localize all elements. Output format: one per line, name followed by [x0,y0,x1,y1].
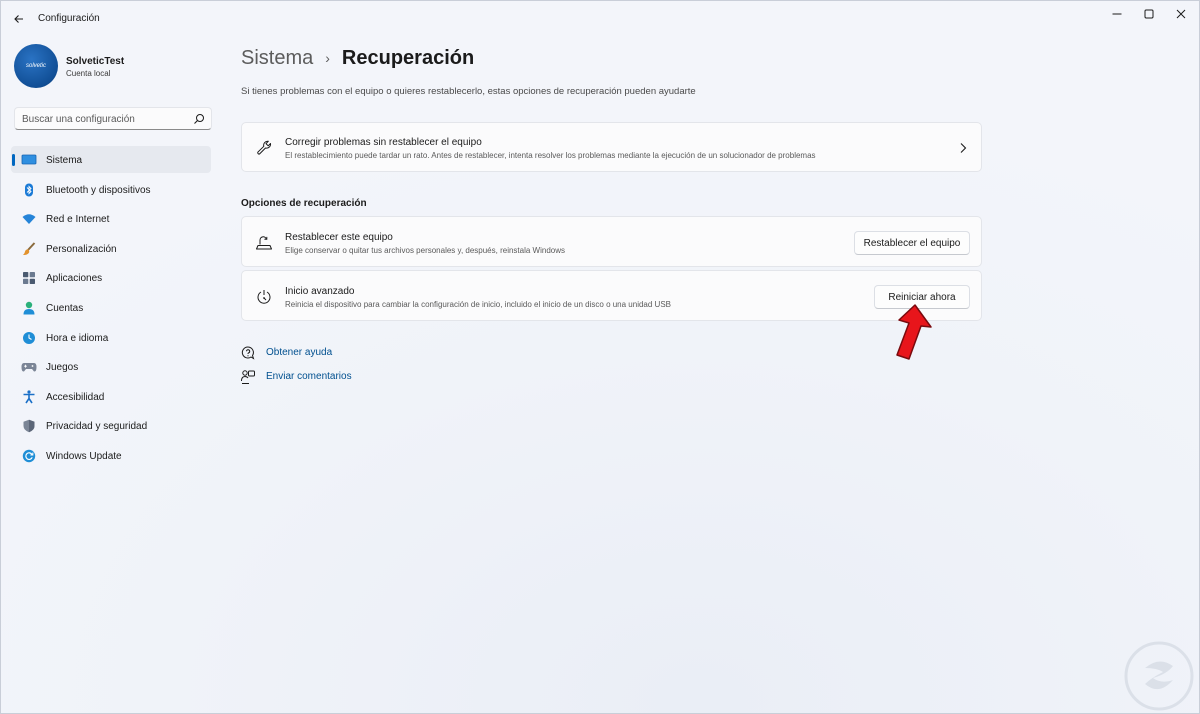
title-bar: Configuración [1,1,1199,37]
sidebar-item-juegos[interactable]: Juegos [11,353,211,380]
sidebar-item-hora[interactable]: Hora e idioma [11,324,211,351]
sidebar-item-bluetooth[interactable]: Bluetooth y dispositivos [11,176,211,203]
sidebar-item-label: Juegos [46,362,79,374]
maximize-icon [1144,9,1154,19]
system-icon [21,152,37,168]
sidebar-item-label: Privacidad y seguridad [46,421,148,433]
sidebar-item-label: Windows Update [46,450,122,462]
windows-update-icon [21,448,37,464]
help-icon [241,346,255,360]
chevron-right-icon [960,143,967,153]
breadcrumb-parent-link[interactable]: Sistema [241,47,313,70]
page-description: Si tienes problemas con el equipo o quie… [241,86,696,97]
advanced-startup-icon [255,288,273,306]
send-feedback-link-row[interactable]: Enviar comentarios [241,369,352,385]
sidebar-item-label: Hora e idioma [46,332,109,344]
avatar-logo-text: solvetic [25,63,46,69]
advanced-startup-title: Inicio avanzado [285,286,355,297]
advanced-startup-description: Reinicia el dispositivo para cambiar la … [285,300,671,309]
advanced-startup-card: Inicio avanzado Reinicia el dispositivo … [241,270,982,321]
sidebar-item-privacidad[interactable]: Privacidad y seguridad [11,412,211,439]
sidebar-item-windows-update[interactable]: Windows Update [11,442,211,469]
breadcrumb-chevron-icon: › [325,50,330,66]
back-arrow-icon [14,15,23,23]
reset-pc-button[interactable]: Restablecer el equipo [854,231,970,255]
accounts-icon [21,300,37,316]
sidebar-item-label: Red e Internet [46,214,110,226]
sidebar-item-label: Bluetooth y dispositivos [46,184,151,196]
fix-problems-description: El restablecimiento puede tardar un rato… [285,151,816,160]
sidebar-item-cuentas[interactable]: Cuentas [11,294,211,321]
reset-pc-card: Restablecer este equipo Elige conservar … [241,216,982,267]
profile-account-type: Cuenta local [66,69,111,78]
wifi-icon [21,211,37,227]
sidebar-item-label: Aplicaciones [46,273,103,285]
section-title: Opciones de recuperación [241,198,367,209]
brush-icon [21,241,37,257]
accessibility-icon [21,389,37,405]
page-title: Recuperación [341,46,475,69]
sidebar-item-aplicaciones[interactable]: Aplicaciones [11,264,211,291]
settings-window: Configuración solvetic SolveticTest Cuen… [0,0,1200,714]
search-input[interactable] [22,111,187,127]
reset-pc-icon [255,234,273,252]
wrench-icon [255,139,273,157]
sidebar-item-accesibilidad[interactable]: Accesibilidad [11,383,211,410]
get-help-link[interactable]: Obtener ayuda [266,347,332,358]
minimize-icon [1112,13,1122,15]
feedback-icon [241,370,255,384]
sidebar-item-label: Personalización [46,243,117,255]
sidebar-item-label: Accesibilidad [46,391,105,403]
watermark-logo [1124,641,1194,711]
maximize-button[interactable] [1135,5,1163,23]
sidebar-item-red[interactable]: Red e Internet [11,205,211,232]
app-title: Configuración [38,13,100,24]
sidebar-nav: Sistema Bluetooth y dispositivos Red e I… [11,146,211,472]
breadcrumb: Sistema › Recuperación [241,45,474,71]
bluetooth-icon [21,182,37,198]
get-help-link-row[interactable]: Obtener ayuda [241,345,332,361]
minimize-button[interactable] [1103,5,1131,23]
search-box [14,107,212,130]
sidebar-item-label: Cuentas [46,302,84,314]
shield-icon [21,418,37,434]
apps-icon [21,270,37,286]
fix-problems-title: Corregir problemas sin restablecer el eq… [285,137,482,148]
reset-pc-description: Elige conservar o quitar tus archivos pe… [285,246,565,255]
reset-pc-title: Restablecer este equipo [285,232,393,243]
sidebar-item-personalizacion[interactable]: Personalización [11,235,211,262]
back-button[interactable] [9,9,29,29]
profile-name: SolveticTest [66,56,125,67]
close-icon [1176,9,1186,19]
avatar: solvetic [14,44,58,88]
sidebar-item-label: Sistema [46,155,83,166]
time-language-icon [21,330,37,346]
search-icon[interactable] [193,113,205,125]
close-button[interactable] [1167,5,1195,23]
send-feedback-link[interactable]: Enviar comentarios [266,371,352,382]
gamepad-icon [21,359,37,375]
sidebar-item-sistema[interactable]: Sistema [11,146,211,173]
fix-problems-card[interactable]: Corregir problemas sin restablecer el eq… [241,122,982,172]
annotation-arrow-icon [896,304,932,360]
